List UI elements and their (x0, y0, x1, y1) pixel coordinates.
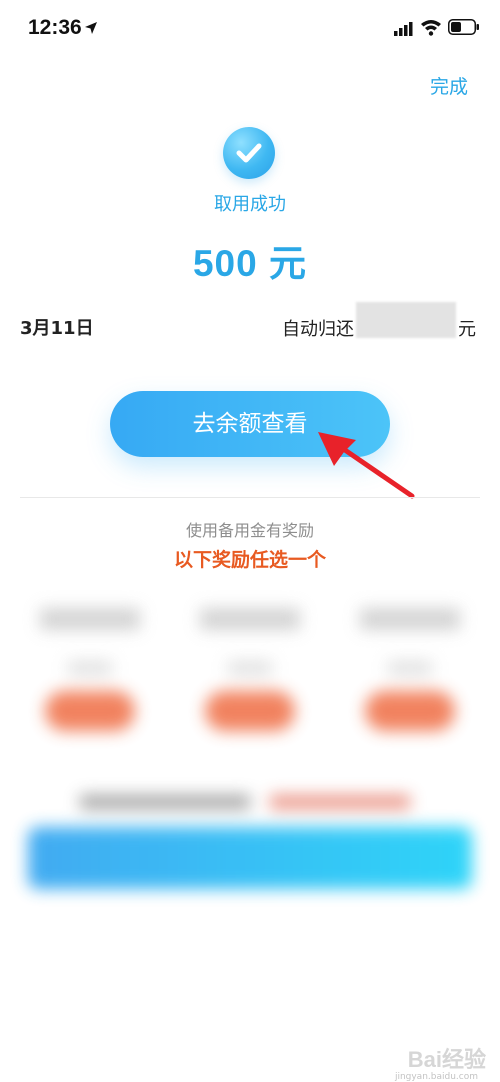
status-bar: 12:36 (0, 0, 500, 60)
reward-card (30, 593, 150, 753)
reward-card (190, 593, 310, 753)
reward-card (350, 593, 470, 753)
repayment-date: 3月11日 (20, 318, 94, 339)
status-time: 12:36 (28, 16, 82, 39)
divider (20, 497, 480, 498)
blurred-action-button (28, 827, 472, 889)
repayment-label: 自动归还 (282, 319, 354, 340)
check-balance-button[interactable]: 去余额查看 (110, 391, 390, 457)
success-title: 取用成功 (214, 194, 286, 215)
location-arrow-icon (84, 20, 98, 34)
battery-icon (448, 19, 480, 35)
wifi-icon (420, 18, 442, 36)
check-circle-icon (223, 127, 275, 179)
watermark-url: jingyan.baidu.com (394, 1072, 478, 1082)
repayment-unit: 元 (458, 319, 476, 340)
done-button[interactable]: 完成 (430, 72, 468, 99)
reward-subtitle: 以下奖励任选一个 (173, 549, 326, 571)
redacted-amount (356, 302, 456, 338)
blurred-rewards-area (0, 575, 500, 915)
withdrawn-amount: 500 元 (192, 243, 307, 284)
repayment-row: 3月11日 自动归还 元 (0, 300, 500, 340)
reward-caption: 使用备用金有奖励 (185, 521, 314, 540)
signal-icon (394, 20, 414, 36)
watermark-logo: Bai经验 (407, 1047, 486, 1072)
